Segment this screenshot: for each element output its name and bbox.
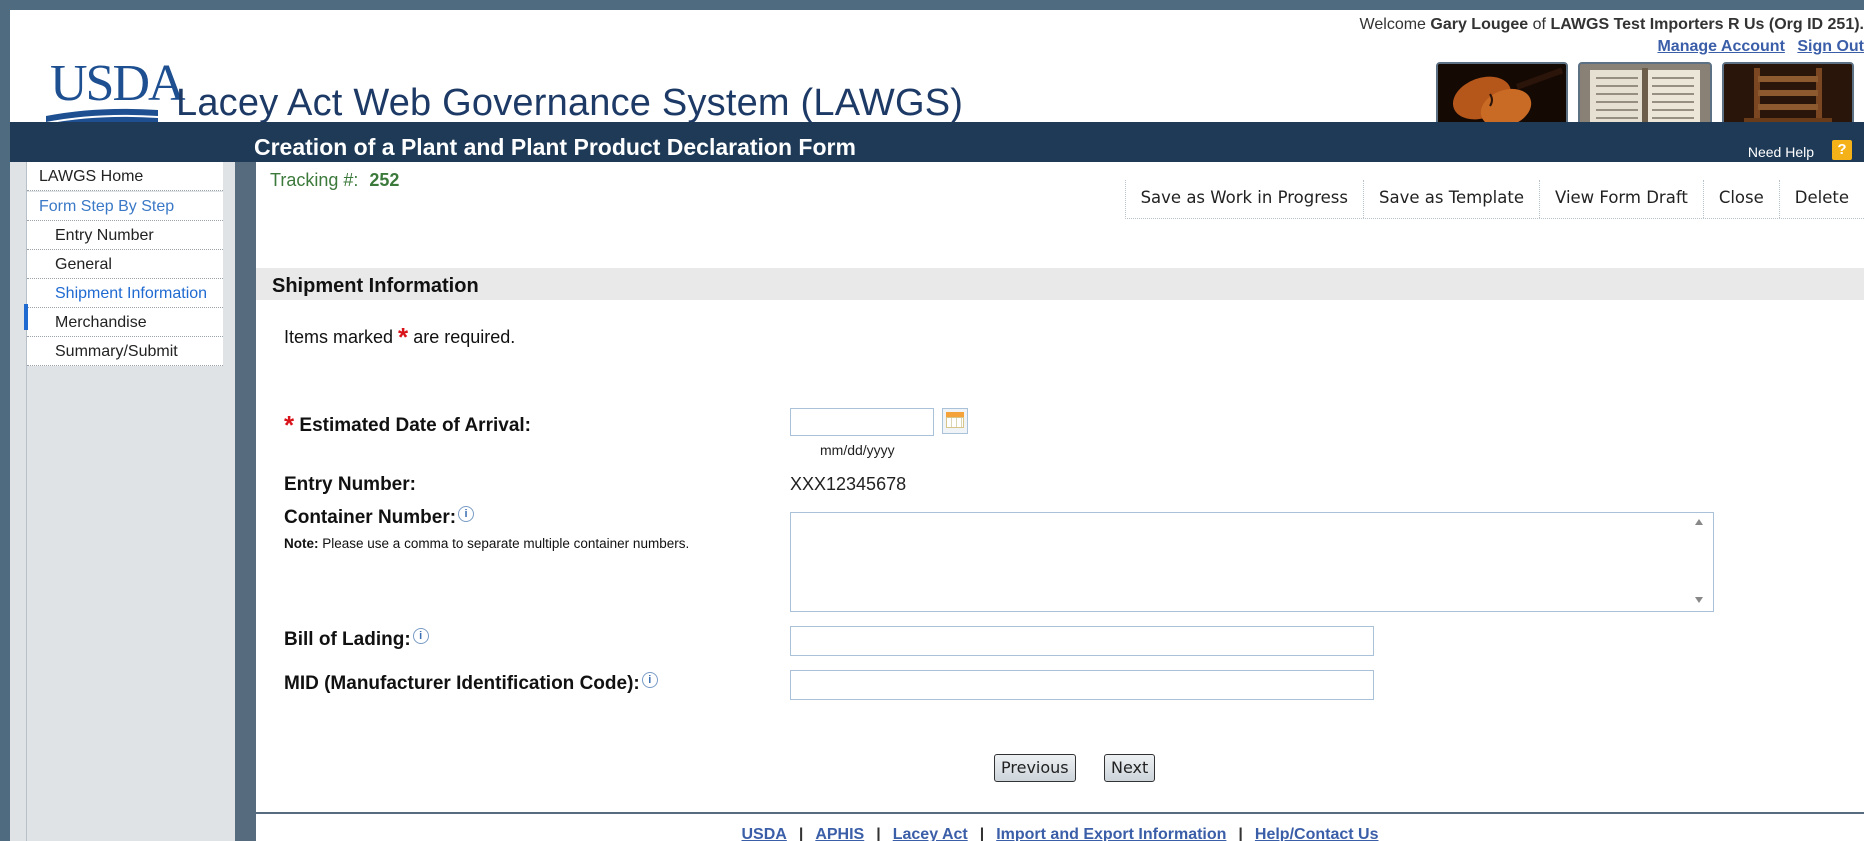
delete-button[interactable]: Delete: [1780, 180, 1864, 218]
footer-link-lacey-act[interactable]: Lacey Act: [893, 826, 968, 841]
bill-of-lading-input[interactable]: [790, 626, 1374, 656]
save-as-template-button[interactable]: Save as Template: [1364, 180, 1541, 218]
window-frame-top: [0, 0, 1864, 10]
sidebar-item-general[interactable]: General: [27, 250, 223, 279]
entry-number-value: XXX12345678: [790, 474, 907, 494]
footer-links: USDA | APHIS | Lacey Act | Import and Export I…: [256, 826, 1864, 841]
app-title: Lacey Act Web Governance System (LAWGS): [176, 82, 964, 124]
sidebar-item-shipment-information[interactable]: Shipment Information: [27, 279, 223, 308]
footer-link-import-export[interactable]: Import and Export Information: [996, 826, 1226, 841]
eta-label-text: Estimated Date of Arrival:: [299, 415, 531, 436]
mid-label-text: MID (Manufacturer Identification Code):: [284, 673, 640, 694]
close-button[interactable]: Close: [1704, 180, 1780, 218]
usda-logo-text: USDA: [50, 55, 186, 112]
need-help-link[interactable]: Need Help: [1748, 144, 1814, 160]
calendar-icon-grid: [946, 417, 964, 428]
mid-input[interactable]: [790, 670, 1374, 700]
mid-label: MID (Manufacturer Identification Code): i: [284, 672, 658, 695]
sidebar-item-summary-submit[interactable]: Summary/Submit: [27, 337, 223, 366]
sidebar-nav: LAWGS Home Form Step By Step Entry Numbe…: [26, 162, 235, 841]
footer-separator: |: [979, 826, 985, 841]
form-title: Creation of a Plant and Plant Product De…: [254, 134, 856, 160]
mid-info-icon[interactable]: i: [641, 672, 658, 688]
manage-account-link[interactable]: Manage Account: [1657, 38, 1784, 55]
bill-of-lading-label: Bill of Lading: i: [284, 628, 429, 651]
save-work-in-progress-button[interactable]: Save as Work in Progress: [1126, 180, 1365, 218]
bill-of-lading-label-text: Bill of Lading:: [284, 629, 411, 650]
window-frame-left: [0, 0, 10, 841]
container-number-label-text: Container Number:: [284, 507, 457, 528]
previous-button[interactable]: Previous: [994, 754, 1076, 782]
next-button[interactable]: Next: [1104, 754, 1156, 782]
welcome-message: Welcome Gary Lougee of LAWGS Test Import…: [1360, 16, 1864, 34]
welcome-prefix: Welcome: [1359, 16, 1426, 33]
footer-separator: |: [798, 826, 804, 841]
eta-date-format-hint: mm/dd/yyyy: [820, 442, 895, 458]
eta-required-asterisk: *: [284, 410, 295, 440]
view-form-draft-button[interactable]: View Form Draft: [1540, 180, 1704, 218]
sidebar-item-form-step-by-step[interactable]: Form Step By Step: [27, 192, 223, 221]
footer-separator: |: [1238, 826, 1243, 841]
footer-link-aphis[interactable]: APHIS: [815, 826, 864, 841]
help-icon[interactable]: ?: [1832, 140, 1852, 160]
container-number-label: Container Number: i: [284, 506, 475, 529]
bill-of-lading-info-icon[interactable]: i: [412, 628, 429, 644]
eta-date-input[interactable]: [790, 408, 934, 436]
sign-out-link[interactable]: Sign Out: [1797, 38, 1864, 55]
eta-label: * Estimated Date of Arrival:: [284, 410, 531, 441]
sidebar-item-lawgs-home[interactable]: LAWGS Home: [27, 162, 223, 191]
required-note: Items marked * are required.: [284, 322, 515, 353]
footer-link-help-contact[interactable]: Help/Contact Us: [1255, 826, 1379, 841]
organization-name: LAWGS Test Importers R Us (Org ID 251).: [1550, 16, 1864, 33]
welcome-of: of: [1532, 16, 1546, 33]
footer-divider: [256, 812, 1864, 814]
action-toolbar: Save as Work in Progress Save as Templat…: [1124, 180, 1864, 219]
sidebar-active-indicator: [24, 304, 28, 330]
calendar-icon[interactable]: [942, 408, 968, 434]
required-note-suffix: are required.: [413, 327, 516, 347]
tracking-value: 252: [369, 170, 400, 190]
container-number-textarea[interactable]: [790, 512, 1714, 612]
page: Welcome Gary Lougee of LAWGS Test Import…: [10, 10, 1864, 841]
user-name: Gary Lougee: [1430, 16, 1529, 33]
container-number-note: Note: Please use a comma to separate mul…: [284, 536, 689, 551]
scroll-down-arrow-icon[interactable]: [1695, 597, 1703, 603]
required-asterisk: *: [398, 322, 409, 352]
required-note-prefix: Items marked: [284, 327, 394, 347]
sidebar-item-merchandise[interactable]: Merchandise: [27, 308, 223, 337]
container-note-text: Please use a comma to separate multiple …: [322, 536, 690, 551]
main-content: Tracking #: 252 Save as Work in Progress…: [256, 162, 1864, 841]
scroll-up-arrow-icon[interactable]: [1695, 519, 1703, 525]
container-number-info-icon[interactable]: i: [458, 506, 475, 522]
footer-link-usda[interactable]: USDA: [742, 826, 787, 841]
account-links: Manage Account Sign Out: [1649, 38, 1864, 56]
sidebar: LAWGS Home Form Step By Step Entry Numbe…: [10, 162, 256, 841]
footer-separator: |: [876, 826, 881, 841]
sidebar-item-entry-number[interactable]: Entry Number: [27, 221, 223, 250]
tracking-label: Tracking #:: [270, 170, 359, 190]
entry-number-label: Entry Number:: [284, 474, 416, 495]
container-note-bold: Note:: [284, 536, 319, 551]
tracking-number: Tracking #: 252: [270, 170, 399, 191]
section-title: Shipment Information: [272, 275, 479, 297]
section-header: [256, 268, 1864, 300]
